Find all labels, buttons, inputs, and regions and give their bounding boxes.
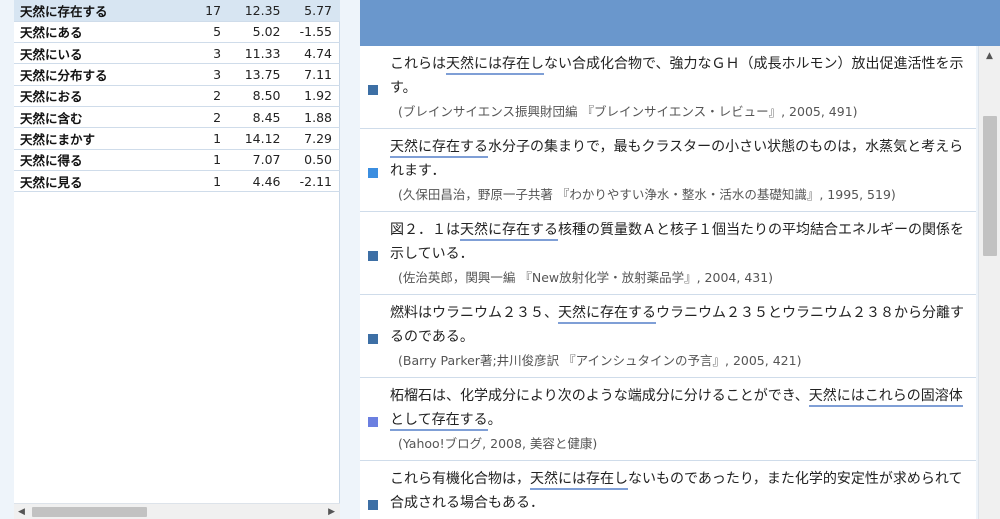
collocation-table-container: 天然に存在する 17 12.35 5.77 天然にある 5 5.02 -1.55 天然にいる 3 1… [14,0,340,503]
score-value-2: 7.29 [280,127,340,150]
score-value-1: 12.35 [221,0,281,22]
table-row[interactable]: 天然にある 5 5.02 -1.55 [14,21,340,44]
sentence-suffix: 。 [487,412,502,428]
example-sentence: 図２．１は天然に存在する核種の質量数Ａと核子１個当たりの平均結合エネルギーの関係… [390,218,966,266]
collocation-word: 天然にいる [14,42,168,65]
list-item[interactable]: 柘榴石は、化学成分により次のような端成分に分けることができ、天然にはこれらの固溶… [360,378,976,461]
frequency-value: 3 [167,63,222,86]
list-item[interactable]: これらは天然には存在しない合成化合物で、強力なＧＨ（成長ホルモン）放出促進活性を… [360,46,976,129]
source-citation: (久保田昌治，野原一子共著 『わかりやすい浄水・整水・活水の基礎知識』, 199… [398,187,896,202]
score-value-1: 4.46 [221,170,281,193]
panel-splitter[interactable] [340,0,360,519]
square-marker-icon [368,85,378,95]
table-row[interactable]: 天然に見る 1 4.46 -2.11 [14,170,340,193]
example-sentence: 柘榴石は、化学成分により次のような端成分に分けることができ、天然にはこれらの固溶… [390,384,966,432]
horizontal-scrollbar[interactable]: ◀ ▶ [14,503,340,519]
score-value-2: 7.11 [280,63,340,86]
score-value-1: 7.07 [221,149,281,171]
frequency-value: 5 [167,21,222,44]
collocation-word: 天然に分布する [14,63,168,86]
scroll-right-arrow-icon[interactable]: ▶ [328,507,335,517]
list-item[interactable]: 天然に存在する水分子の集まりで，最もクラスターの小さい状態のものは，水蒸気と考え… [360,129,976,212]
vertical-scroll-thumb[interactable] [983,116,997,256]
frequency-value: 1 [167,127,222,150]
table-row[interactable]: 天然に得る 1 7.07 0.50 [14,149,340,171]
table-row[interactable]: 天然に含む 2 8.45 1.88 [14,106,340,129]
square-marker-icon [368,168,378,178]
score-value-1: 14.12 [221,127,281,150]
square-marker-icon [368,251,378,261]
example-sentence: これらは天然には存在しない合成化合物で、強力なＧＨ（成長ホルモン）放出促進活性を… [390,52,966,100]
scroll-up-arrow-icon[interactable]: ▲ [986,51,993,61]
score-value-2: 0.50 [280,149,340,171]
source-citation: (Yahoo!ブログ, 2008, 美容と健康) [398,436,598,451]
square-marker-icon [368,334,378,344]
example-sentence-list: これらは天然には存在しない合成化合物で、強力なＧＨ（成長ホルモン）放出促進活性を… [360,46,978,519]
table-row[interactable]: 天然に存在する 17 12.35 5.77 [14,0,340,22]
source-citation: (Barry Parker著;井川俊彦訳 『アインシュタインの予言』, 2005… [398,353,802,368]
score-value-1: 8.45 [221,106,281,129]
vertical-scrollbar[interactable]: ▲ [978,46,1000,519]
sentence-prefix: 柘榴石は、化学成分により次のような端成分に分けることができ、 [390,388,809,404]
collocation-panel: 天然に存在する 17 12.35 5.77 天然にある 5 5.02 -1.55 天然にいる 3 1… [0,0,340,519]
score-value-1: 5.02 [221,21,281,44]
collocation-word: 天然にある [14,21,168,44]
collocation-word: 天然に得る [14,149,168,171]
list-item[interactable]: これら有機化合物は，天然には存在しないものであったり，また化学的安定性が求められ… [360,461,976,519]
sentence-prefix: 燃料はウラニウム２３５、 [390,305,558,321]
sentence-prefix: 図２．１は [390,222,460,238]
keyword-highlight: 天然に存在する [558,305,656,324]
square-marker-icon [368,500,378,510]
keyword-highlight: 天然に存在する [390,139,488,158]
square-marker-icon [368,417,378,427]
frequency-value: 2 [167,85,222,107]
sentence-prefix: これらは [390,56,446,72]
frequency-value: 1 [167,149,222,171]
frequency-value: 3 [167,42,222,65]
score-value-1: 8.50 [221,85,281,107]
scroll-left-arrow-icon[interactable]: ◀ [18,507,25,517]
score-value-2: 4.74 [280,42,340,65]
frequency-value: 17 [167,0,222,22]
frequency-value: 1 [167,170,222,193]
collocation-word: 天然に存在する [14,0,168,22]
collocation-word: 天然に含む [14,106,168,129]
keyword-highlight: 天然には存在し [530,471,628,490]
list-item[interactable]: 図２．１は天然に存在する核種の質量数Ａと核子１個当たりの平均結合エネルギーの関係… [360,212,976,295]
score-value-2: -1.55 [280,21,340,44]
score-value-2: 1.92 [280,85,340,107]
score-value-2: 1.88 [280,106,340,129]
keyword-highlight: 天然には存在し [446,56,544,75]
table-row[interactable]: 天然にまかす 1 14.12 7.29 [14,127,340,150]
table-row[interactable]: 天然におる 2 8.50 1.92 [14,85,340,107]
frequency-value: 2 [167,106,222,129]
examples-header-bar [360,0,1000,46]
example-sentence: これら有機化合物は，天然には存在しないものであったり，また化学的安定性が求められ… [390,467,966,515]
source-citation: (佐治英郎，関興一編 『New放射化学・放射薬品学』, 2004, 431) [398,270,774,285]
table-row[interactable]: 天然に分布する 3 13.75 7.11 [14,63,340,86]
score-value-1: 11.33 [221,42,281,65]
score-value-2: -2.11 [280,170,340,193]
examples-panel: これらは天然には存在しない合成化合物で、強力なＧＨ（成長ホルモン）放出促進活性を… [360,0,1000,519]
score-value-1: 13.75 [221,63,281,86]
table-row[interactable]: 天然にいる 3 11.33 4.74 [14,42,340,65]
horizontal-scroll-thumb[interactable] [32,507,147,517]
score-value-2: 5.77 [280,0,340,22]
list-item[interactable]: 燃料はウラニウム２３５、天然に存在するウラニウム２３５とウラニウム２３８から分離… [360,295,976,378]
collocation-word: 天然におる [14,85,168,107]
collocation-word: 天然に見る [14,170,168,193]
collocation-word: 天然にまかす [14,127,168,150]
source-citation: (ブレインサイエンス振興財団編 『ブレインサイエンス・レビュー』, 2005, … [398,104,858,119]
keyword-highlight: 天然に存在する [460,222,558,241]
example-sentence: 燃料はウラニウム２３５、天然に存在するウラニウム２３５とウラニウム２３８から分離… [390,301,966,349]
sentence-prefix: これら有機化合物は， [390,471,530,487]
collocation-table: 天然に存在する 17 12.35 5.77 天然にある 5 5.02 -1.55 天然にいる 3 1… [14,0,340,193]
example-sentence: 天然に存在する水分子の集まりで，最もクラスターの小さい状態のものは，水蒸気と考え… [390,135,966,183]
